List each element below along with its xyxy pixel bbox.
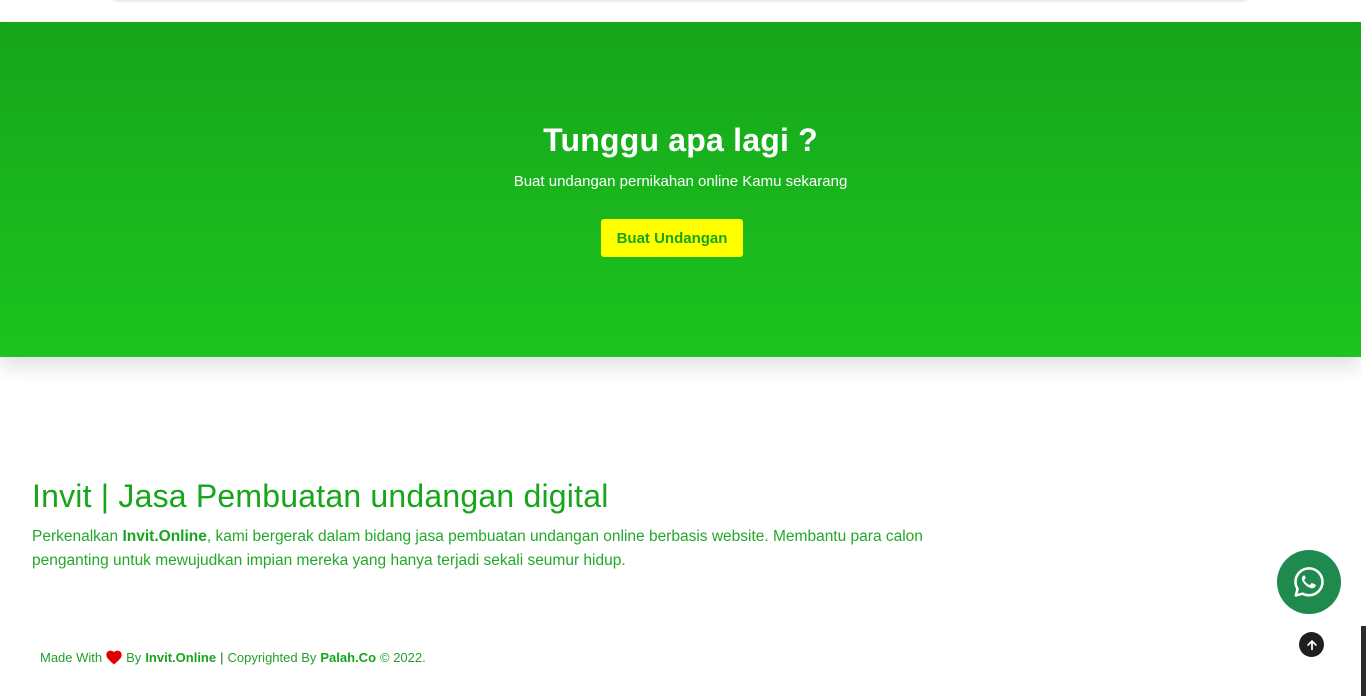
about-section: Invit | Jasa Pembuatan undangan digital … xyxy=(32,478,932,573)
cta-title: Tunggu apa lagi ? xyxy=(543,122,818,158)
top-navbar-remnant xyxy=(0,0,1366,22)
about-title: Invit | Jasa Pembuatan undangan digital xyxy=(32,478,609,514)
footer-separator: | xyxy=(220,650,224,665)
footer-by: By xyxy=(126,650,142,665)
whatsapp-button[interactable] xyxy=(1277,550,1341,614)
cta-section: Tunggu apa lagi ? Buat undangan pernikah… xyxy=(0,22,1361,357)
heart-icon xyxy=(106,650,122,665)
footer-copyrighted-by: Copyrighted By xyxy=(227,650,317,665)
scrollbar-thumb[interactable] xyxy=(1361,626,1366,696)
scrollbar[interactable] xyxy=(1361,22,1366,696)
arrow-up-icon xyxy=(1306,639,1317,650)
footer-company-link[interactable]: Palah.Co xyxy=(320,650,376,665)
back-to-top-button[interactable] xyxy=(1299,632,1324,657)
about-desc-brand: Invit.Online xyxy=(122,528,207,545)
about-desc-prefix: Perkenalkan xyxy=(32,528,123,545)
footer-copyright-year: © 2022. xyxy=(380,650,426,665)
buat-undangan-button[interactable]: Buat Undangan xyxy=(601,219,743,257)
footer: Made With By Invit.Online | Copyrighted … xyxy=(40,650,426,665)
footer-made-with: Made With xyxy=(40,650,103,665)
whatsapp-icon xyxy=(1294,567,1324,597)
cta-subtitle: Buat undangan pernikahan online Kamu sek… xyxy=(513,173,848,190)
navbar-bottom-edge xyxy=(110,0,1250,2)
footer-brand-link[interactable]: Invit.Online xyxy=(145,650,216,665)
about-description: Perkenalkan Invit.Online, kami bergerak … xyxy=(32,525,932,573)
